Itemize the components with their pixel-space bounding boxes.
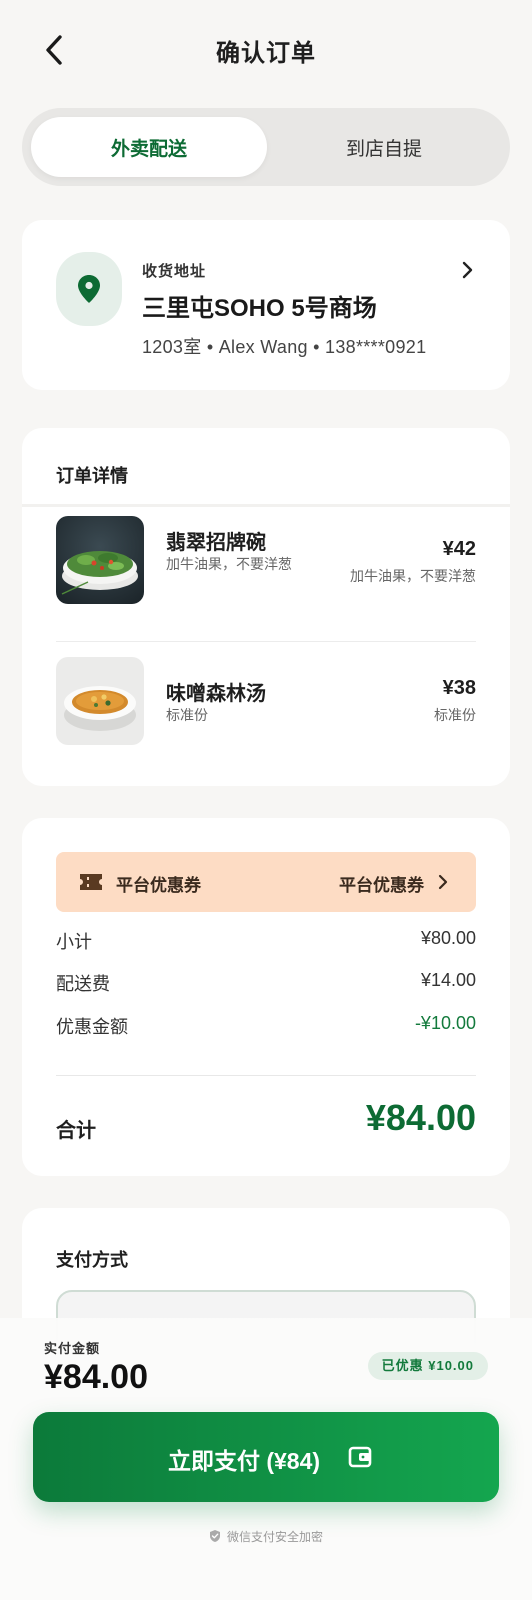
soup-bowl-image (56, 657, 144, 745)
order-details-card: 订单详情 翡翠招牌碗 加牛油果，不要洋葱 ¥42 加牛油果，不要洋葱 味噌森林汤… (22, 428, 510, 786)
paid-amount: ¥84.00 (44, 1358, 148, 1396)
total-value: ¥84.00 (365, 1097, 476, 1138)
item-name: 味噌森林汤 (166, 683, 266, 705)
tab-delivery[interactable]: 外卖配送 (31, 117, 267, 177)
item-price: ¥38 (442, 677, 476, 699)
secure-note-text: 微信支付安全加密 (226, 1530, 323, 1544)
shield-check-icon (209, 1530, 220, 1542)
page-title: 确认订单 (216, 40, 316, 67)
discount-label: 优惠金额 (56, 1017, 128, 1037)
item-note: 标准份 (166, 707, 208, 723)
subtotal-value: ¥80.00 (420, 928, 476, 948)
discount-badge: 已优惠 ¥10.00 (367, 1352, 488, 1380)
pay-now-label: 立即支付 (¥84) (167, 1448, 321, 1474)
delivery-fee-row: 配送费 ¥14.00 (56, 970, 476, 996)
discount-value: -¥10.00 (414, 1013, 476, 1033)
delivery-fee-label: 配送费 (56, 974, 110, 994)
tab-pickup[interactable]: 到店自提 (266, 117, 502, 177)
top-nav-bar: 确认订单 (0, 0, 532, 100)
paid-amount-label: 实付金额 (44, 1341, 101, 1356)
wallet-icon (348, 1446, 372, 1468)
order-details-title: 订单详情 (56, 466, 128, 486)
divider (22, 504, 510, 507)
item-name: 翡翠招牌碗 (166, 532, 266, 554)
discount-row: 优惠金额 -¥10.00 (56, 1013, 476, 1039)
item-price-note: 加牛油果，不要洋葱 (350, 568, 476, 584)
location-pin-icon (78, 275, 100, 303)
chevron-right-icon (462, 261, 473, 279)
coupon-selector[interactable]: 平台优惠券 平台优惠券 (56, 852, 476, 912)
checkout-bar: 实付金额 ¥84.00 已优惠 ¥10.00 立即支付 (¥84) 微信支付安全… (0, 1318, 532, 1600)
divider (56, 1075, 476, 1076)
item-note: 加牛油果，不要洋葱 (166, 556, 292, 572)
order-item[interactable]: 味噌森林汤 标准份 ¥38 标准份 (22, 657, 510, 757)
subtotal-row: 小计 ¥80.00 (56, 928, 476, 954)
order-item[interactable]: 翡翠招牌碗 加牛油果，不要洋葱 ¥42 加牛油果，不要洋葱 (22, 516, 510, 616)
address-label: 收货地址 (142, 263, 207, 280)
item-price: ¥42 (442, 538, 476, 560)
salad-bowl-image (56, 516, 144, 604)
location-pin-badge (56, 252, 122, 326)
total-label: 合计 (56, 1120, 96, 1142)
price-summary-card: 平台优惠券 平台优惠券 小计 ¥80.00 配送费 ¥14.00 优惠金额 -¥… (22, 818, 510, 1176)
address-detail: 1203室 • Alex Wang • 138****0921 (142, 337, 427, 357)
ticket-icon (80, 874, 102, 890)
delivery-fee-value: ¥14.00 (420, 970, 476, 990)
payment-method-title: 支付方式 (56, 1250, 128, 1270)
subtotal-label: 小计 (56, 932, 92, 952)
chevron-right-icon (438, 874, 448, 890)
address-card[interactable]: 收货地址 三里屯SOHO 5号商场 1203室 • Alex Wang • 13… (22, 220, 510, 390)
delivery-mode-toggle: 外卖配送 到店自提 (22, 108, 510, 186)
pay-now-button[interactable]: 立即支付 (¥84) (33, 1412, 499, 1502)
coupon-value: 平台优惠券 (339, 876, 424, 895)
address-place: 三里屯SOHO 5号商场 (142, 295, 377, 322)
coupon-label: 平台优惠券 (116, 876, 201, 895)
divider (56, 641, 476, 642)
secure-payment-note: 微信支付安全加密 (0, 1528, 532, 1545)
item-price-note: 标准份 (434, 707, 476, 723)
